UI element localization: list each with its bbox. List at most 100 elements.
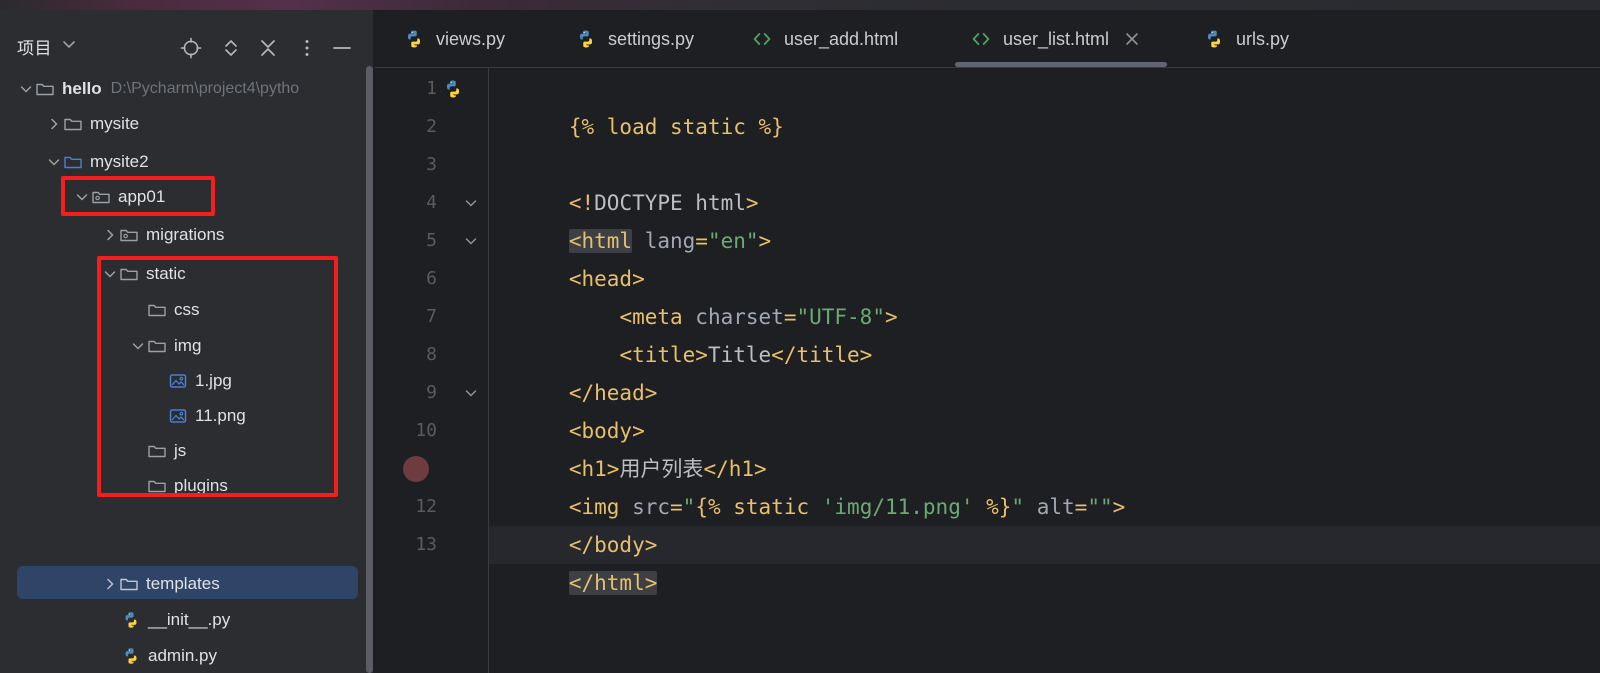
python-file-icon [407,30,421,48]
close-icon[interactable] [1123,30,1141,48]
tree-label: static [146,264,186,283]
chevron-right-icon[interactable] [101,226,119,244]
image-file-icon [169,373,187,388]
tree-row-js[interactable]: js [0,433,366,468]
tree-row-1-jpg[interactable]: 1.jpg [0,363,366,398]
more-options-icon[interactable] [295,36,319,60]
line-number: 12 [415,496,437,517]
tree-label: mysite [90,114,140,133]
tree-row-hello[interactable]: hello D:\Pycharm\project4\pytho [0,71,366,106]
tree-label: templates [146,574,220,593]
line-number: 2 [426,116,437,137]
tree-row-app01[interactable]: app01 [0,179,366,214]
code-line-6: <meta charset="UTF-8"> [619,305,898,329]
line-number: 1 [426,78,437,99]
project-sidebar: 项目 hello D:\Pycharm\project4\pytho mysit… [0,10,374,673]
python-file-icon [579,30,593,48]
tab-label: settings.py [608,28,695,49]
fold-chevron-icon[interactable] [463,374,479,412]
line-number: 4 [426,192,437,213]
tree-label: 11.png [195,406,246,425]
chevron-down-icon[interactable] [17,80,35,98]
python-file-icon [446,80,460,98]
fold-chevron-icon[interactable] [463,222,479,260]
html-file-icon [972,33,990,45]
sidebar-scrollbar[interactable] [366,66,373,673]
page-title: 项目 [17,39,52,58]
tree-label: __init__.py [148,610,231,629]
tree-label: admin.py [148,646,217,665]
tab-label: urls.py [1236,28,1290,49]
tree-row-plugins[interactable]: plugins [0,468,366,503]
line-number: 6 [426,268,437,289]
tree-path: D:\Pycharm\project4\pytho [110,79,300,97]
tab-views-py[interactable]: views.py [403,10,505,68]
code-line-5: <head> [489,222,1600,291]
project-tree: hello D:\Pycharm\project4\pytho mysite m… [0,66,374,673]
html-file-icon [753,33,771,45]
code-line-13: </html> [489,526,1600,595]
code-token-tag-html-close: </html> [568,571,658,595]
expand-collapse-icon[interactable] [219,36,243,60]
code-line-9: <body> [489,374,1600,443]
tree-row-init-py[interactable]: __init__.py [0,602,366,637]
tree-label: 1.jpg [195,371,232,390]
folder-icon [148,304,166,316]
line-number: 7 [426,306,437,327]
breakpoint-marker[interactable] [403,456,429,482]
chevron-right-icon[interactable] [101,575,119,593]
locate-icon[interactable] [179,36,203,60]
hide-panel-icon[interactable] [330,36,354,60]
tree-label: css [174,300,200,319]
code-line-3: <!DOCTYPE html> [568,191,759,215]
code-line-7: <title>Title</title> [619,343,873,367]
tree-label: migrations [146,225,225,244]
line-number: 5 [426,230,437,251]
tree-row-templates[interactable]: templates [0,566,366,601]
tree-row-admin-py[interactable]: admin.py [0,638,366,673]
sidebar-header: 项目 [0,10,374,66]
tree-row-img[interactable]: img [0,328,366,363]
tree-row-static[interactable]: static [0,256,366,291]
tree-label: img [174,336,202,355]
chevron-down-icon[interactable] [101,265,119,283]
tab-user-list-html[interactable]: user_list.html [970,10,1141,68]
tab-user-add-html[interactable]: user_add.html [751,10,898,68]
code-line-8: </head> [489,336,1600,405]
folder-icon [120,578,138,590]
line-number: 9 [426,382,437,403]
code-line-12: </body> [489,488,1600,557]
tree-row-css[interactable]: css [0,292,366,327]
tree-row-mysite2[interactable]: mysite2 [0,144,366,179]
image-file-icon [169,408,187,423]
python-file-icon [1207,30,1221,48]
tree-row-11-png[interactable]: 11.png [0,398,366,433]
module-folder-icon [120,229,138,241]
line-number: 10 [415,420,437,441]
tree-label: js [174,441,187,460]
chevron-down-icon[interactable] [129,337,147,355]
collapse-all-icon[interactable] [256,36,280,60]
python-file-icon [125,647,137,664]
chevron-down-icon[interactable] [73,188,91,206]
tab-urls-py[interactable]: urls.py [1203,10,1289,68]
tab-settings-py[interactable]: settings.py [575,10,694,68]
chevron-down-icon[interactable] [45,153,63,171]
code-line-4: <html lang="en"> [568,229,772,253]
editor-gutter[interactable]: 1 2 3 4 5 6 7 8 9 10 12 13 [375,68,489,673]
tree-row-mysite[interactable]: mysite [0,106,366,141]
folder-icon [148,445,166,457]
chevron-down-icon[interactable] [62,40,76,50]
line-number: 3 [426,154,437,175]
window-title-strip [0,0,1600,10]
tree-row-migrations[interactable]: migrations [0,217,366,252]
chevron-right-icon[interactable] [45,115,63,133]
code-content[interactable]: {% load static %} <!DOCTYPE html> <html … [489,68,1600,673]
fold-chevron-icon[interactable] [463,184,479,222]
code-line-1: {% load static %} [489,70,1600,139]
folder-icon [148,340,166,352]
code-editor: views.py settings.py user_add.html user_… [375,10,1600,673]
